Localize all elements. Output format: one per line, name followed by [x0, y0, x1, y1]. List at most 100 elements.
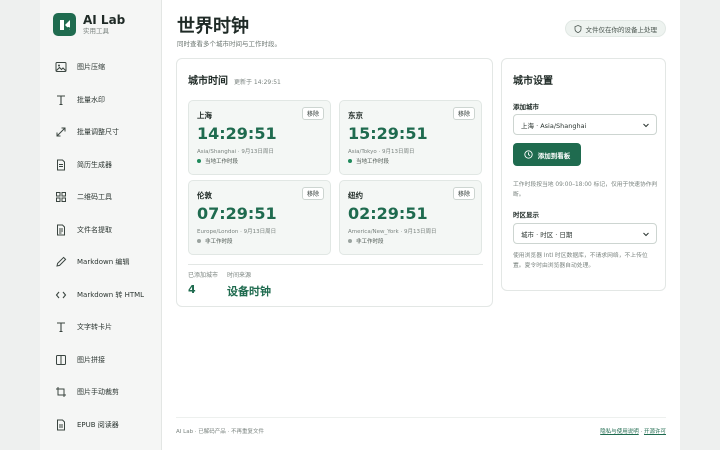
status-dot — [197, 159, 201, 163]
add-to-board-button[interactable]: 添加到看板 — [513, 143, 581, 166]
sidebar-item-image-stitch[interactable]: 图片拼接 — [40, 344, 162, 377]
cities-card: 城市时间 更新于 14:29:51 上海 移除 14:29:51 Asia/Sh… — [176, 58, 493, 307]
text-icon — [57, 95, 65, 105]
columns-icon — [56, 354, 66, 365]
city-meta: Europe/London · 9月13日周日 — [197, 229, 277, 235]
sidebar-item-image-crop[interactable]: 图片手动裁剪 — [40, 376, 162, 409]
remove-city-button[interactable]: 移除 — [452, 107, 475, 120]
city-count-value: 4 — [188, 283, 196, 296]
city-status: 非工作时段 — [197, 237, 233, 245]
book-icon — [57, 419, 65, 431]
city-time: 07:29:51 — [197, 204, 277, 223]
privacy-link[interactable]: 隐私与使用说明 — [600, 429, 639, 435]
chevron-down-icon — [643, 123, 649, 128]
sidebar-item-epub[interactable]: EPUB 阅读器 — [40, 409, 162, 442]
divider — [188, 264, 483, 265]
footer-links: 隐私与使用说明 · 开源许可 — [600, 427, 666, 435]
sidebar-item-label: 批量调整尺寸 — [77, 128, 119, 137]
sidebar-item-label: 图片压缩 — [77, 63, 105, 72]
sidebar-item-text-card[interactable]: 文字转卡片 — [40, 311, 162, 344]
license-link[interactable]: 开源许可 — [644, 429, 666, 435]
city-meta: Asia/Tokyo · 9月13日周日 — [348, 149, 415, 155]
city-card-london: 伦敦 移除 07:29:51 Europe/London · 9月13日周日 非… — [188, 180, 331, 255]
sidebar-item-image-compress[interactable]: 图片压缩 — [40, 51, 162, 84]
clock-icon — [524, 150, 533, 159]
cities-card-title: 城市时间 — [188, 76, 228, 87]
add-city-label: 添加城市 — [513, 103, 539, 111]
status-dot — [197, 239, 201, 243]
updated-time: 更新于 14:29:51 — [234, 79, 281, 86]
settings-title: 城市设置 — [513, 76, 553, 87]
city-name: 伦敦 — [197, 191, 212, 200]
city-card-new-york: 纽约 移除 02:29:51 America/New_York · 9月13日周… — [339, 180, 482, 255]
remove-city-button[interactable]: 移除 — [301, 107, 324, 120]
edit-icon — [56, 256, 67, 267]
sidebar-item-resume[interactable]: 简历生成器 — [40, 149, 162, 182]
sidebar-item-label: Markdown 编辑 — [77, 258, 130, 267]
sidebar-item-markdown-html[interactable]: Markdown 转 HTML — [40, 279, 162, 312]
city-time: 02:29:51 — [348, 204, 428, 223]
badge-text: 文件仅在你的设备上处理 — [585, 25, 658, 34]
page-subtitle: 同时查看多个城市时间与工作时段。 — [177, 40, 281, 48]
sidebar-nav: 图片压缩 批量水印 批量调整尺寸 简历生成器 二维码工具 文件名提取 Markd… — [40, 51, 162, 441]
resize-icon — [56, 127, 66, 137]
sidebar-item-label: Markdown 转 HTML — [77, 290, 145, 299]
right-margin — [680, 0, 720, 450]
city-time: 14:29:51 — [197, 124, 277, 143]
sidebar-item-label: 文字转卡片 — [77, 323, 112, 332]
add-city-select[interactable]: 上海 · Asia/Shanghai — [513, 114, 657, 135]
status-dot — [348, 239, 352, 243]
city-meta: America/New_York · 9月13日周日 — [348, 229, 437, 235]
remove-city-button[interactable]: 移除 — [452, 187, 475, 200]
footer-text: AI Lab · 已解码产品 · 不再重复文件 — [176, 429, 265, 435]
city-card-tokyo: 东京 移除 15:29:51 Asia/Tokyo · 9月13日周日 当地工作… — [339, 100, 482, 175]
sidebar-item-label: 图片拼接 — [77, 355, 105, 364]
local-processing-badge: 文件仅在你的设备上处理 — [564, 20, 666, 37]
image-icon — [55, 62, 67, 73]
sidebar: AI Lab 实用工具 图片压缩 批量水印 批量调整尺寸 简历生成器 二维码工具… — [40, 0, 162, 450]
city-time: 15:29:51 — [348, 124, 428, 143]
document-icon — [57, 159, 65, 171]
city-name: 上海 — [197, 111, 212, 120]
status-text: 当地工作时段 — [205, 159, 239, 165]
sidebar-item-markdown-edit[interactable]: Markdown 编辑 — [40, 246, 162, 279]
footer-divider — [176, 417, 666, 418]
timezone-display-label: 时区显示 — [513, 211, 539, 219]
timezone-display-selected: 城市 · 时区 · 日期 — [521, 230, 573, 239]
settings-card: 城市设置 添加城市 上海 · Asia/Shanghai 添加到看板 工作时段按… — [501, 58, 666, 291]
city-name: 东京 — [348, 111, 363, 120]
sidebar-item-label: 二维码工具 — [77, 193, 112, 202]
sidebar-item-batch-watermark[interactable]: 批量水印 — [40, 84, 162, 117]
remove-city-button[interactable]: 移除 — [301, 187, 324, 200]
status-text: 当地工作时段 — [356, 159, 390, 165]
city-status: 当地工作时段 — [197, 157, 238, 165]
sidebar-item-label: 文件名提取 — [77, 225, 112, 234]
time-source-value: 设备时钟 — [227, 285, 271, 298]
city-count-label: 已添加城市 — [188, 272, 219, 279]
logo-icon — [53, 13, 76, 36]
sidebar-item-label: 批量水印 — [77, 95, 105, 104]
sidebar-item-qr[interactable]: 二维码工具 — [40, 181, 162, 214]
sidebar-item-label: EPUB 阅读器 — [77, 420, 119, 429]
add-button-label: 添加到看板 — [537, 151, 571, 160]
sidebar-item-label: 简历生成器 — [77, 160, 112, 169]
qr-icon — [56, 192, 66, 203]
main-content: 世界时钟 同时查看多个城市时间与工作时段。 文件仅在你的设备上处理 城市时间 更… — [162, 0, 680, 450]
status-text: 非工作时段 — [205, 239, 233, 245]
app-title: AI Lab — [83, 13, 126, 27]
chevron-down-icon — [643, 232, 649, 237]
time-source-label: 时间来源 — [227, 272, 252, 279]
sidebar-item-label: 图片手动裁剪 — [77, 388, 119, 397]
file-icon — [57, 224, 65, 236]
city-card-shanghai: 上海 移除 14:29:51 Asia/Shanghai · 9月13日周日 当… — [188, 100, 331, 175]
city-meta: Asia/Shanghai · 9月13日周日 — [197, 149, 274, 155]
status-dot — [348, 159, 352, 163]
sidebar-item-batch-resize[interactable]: 批量调整尺寸 — [40, 116, 162, 149]
brand[interactable]: AI Lab 实用工具 — [53, 13, 125, 36]
text-icon — [57, 322, 65, 333]
sidebar-item-filename[interactable]: 文件名提取 — [40, 214, 162, 247]
timezone-display-select[interactable]: 城市 · 时区 · 日期 — [513, 223, 657, 244]
city-status: 非工作时段 — [348, 237, 384, 245]
status-text: 非工作时段 — [356, 239, 384, 245]
privacy-note: 使用浏览器 Intl 时区数据库，不请求网络，不上传位置。夏令时由浏览器自动处理… — [513, 253, 648, 269]
